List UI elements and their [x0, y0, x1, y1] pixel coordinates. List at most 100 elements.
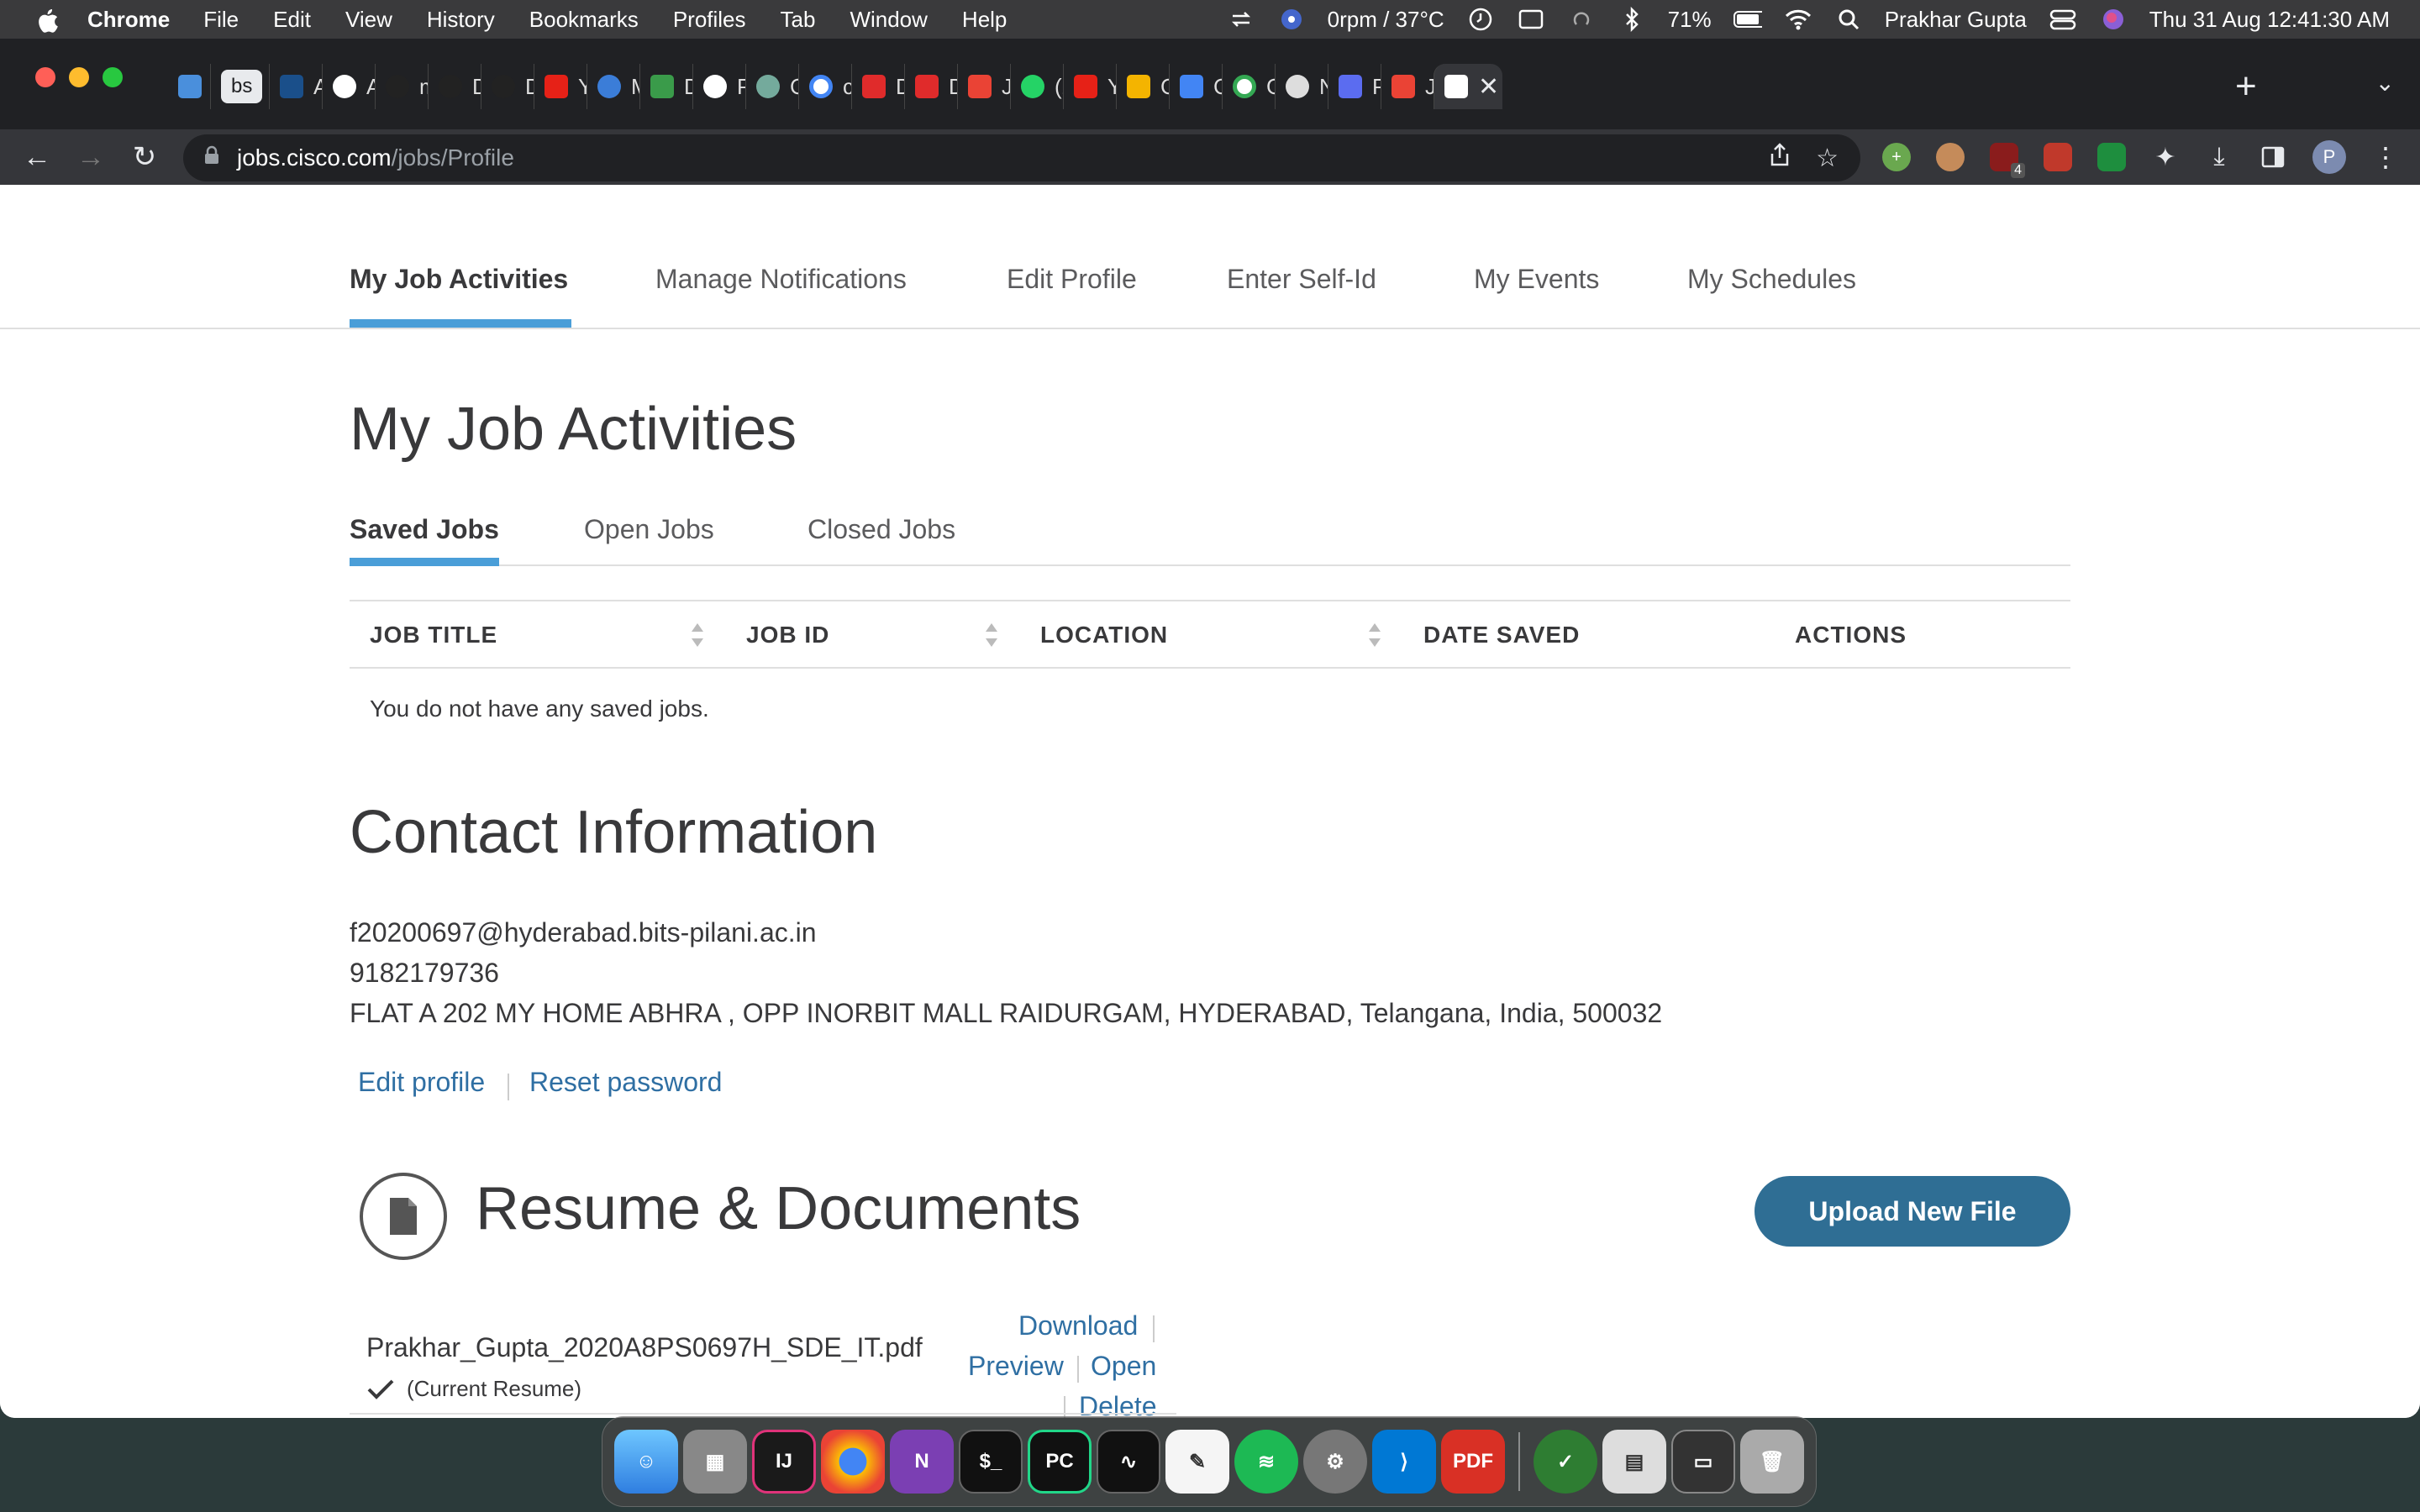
vpn-icon[interactable]: ✓ [1534, 1430, 1597, 1494]
finder-icon[interactable]: ☺ [614, 1430, 678, 1494]
spotlight-search-icon[interactable] [1834, 8, 1863, 31]
more-menu-icon[interactable]: ⋮ [2371, 142, 2400, 172]
lock-icon[interactable] [203, 144, 220, 171]
tab[interactable] [168, 64, 210, 109]
scroll-icon[interactable] [1567, 8, 1596, 31]
tab-saved-jobs[interactable]: Saved Jobs [350, 514, 499, 545]
tab[interactable]: Yo [1063, 64, 1116, 109]
tab[interactable]: M [587, 64, 639, 109]
tab[interactable]: Dj [639, 64, 692, 109]
intellij-icon[interactable]: IJ [752, 1430, 816, 1494]
subnav-enter-self-id[interactable]: Enter Self-Id [1227, 264, 1376, 295]
fan-status-text[interactable]: 0rpm / 37°C [1328, 7, 1444, 33]
upload-new-file-button[interactable]: Upload New File [1754, 1176, 2070, 1247]
side-panel-icon[interactable] [2259, 143, 2287, 171]
menu-help[interactable]: Help [962, 7, 1007, 33]
open-link[interactable]: Open [1091, 1351, 1156, 1382]
extension-pdf-icon[interactable] [2044, 143, 2072, 171]
reset-password-link[interactable]: Reset password [529, 1067, 722, 1098]
close-tab-icon[interactable]: ✕ [1478, 72, 1499, 102]
sort-icon[interactable] [1366, 620, 1383, 650]
sort-icon[interactable] [983, 620, 1000, 650]
pdf-icon[interactable]: PDF [1441, 1430, 1505, 1494]
tab[interactable]: Pr [1328, 64, 1381, 109]
tab[interactable]: N [1275, 64, 1328, 109]
menu-bookmarks[interactable]: Bookmarks [529, 7, 639, 33]
tab[interactable]: cr [798, 64, 851, 109]
download-link[interactable]: Download [1018, 1310, 1138, 1341]
terminal-icon[interactable]: $_ [959, 1430, 1023, 1494]
column-job-id[interactable]: JOB ID [746, 622, 829, 648]
tab[interactable]: D [904, 64, 957, 109]
subnav-my-job-activities[interactable]: My Job Activities [350, 264, 568, 295]
address-bar[interactable]: jobs.cisco.com/jobs/Profile ☆ [183, 134, 1860, 181]
subnav-manage-notifications[interactable]: Manage Notifications [655, 264, 907, 295]
zoom-window-button[interactable] [103, 67, 123, 87]
menu-history[interactable]: History [427, 7, 495, 33]
ublock-icon[interactable]: 4 [1990, 143, 2025, 178]
puzzle-icon[interactable]: ✦ [2151, 143, 2180, 171]
close-window-button[interactable] [35, 67, 55, 87]
column-job-title[interactable]: JOB TITLE [370, 622, 497, 648]
subnav-my-events[interactable]: My Events [1474, 264, 1599, 295]
tab[interactable]: (2 [1010, 64, 1063, 109]
launchpad-icon[interactable]: ▦ [683, 1430, 747, 1494]
system-settings-icon[interactable]: ⚙ [1303, 1430, 1367, 1494]
download-icon[interactable]: ⤓ [2205, 143, 2233, 171]
pycharm-icon[interactable]: PC [1028, 1430, 1092, 1494]
edit-profile-link[interactable]: Edit profile [358, 1067, 485, 1098]
sort-icon[interactable] [689, 620, 706, 650]
reload-button[interactable]: ↻ [118, 140, 171, 174]
battery-percent[interactable]: 71% [1668, 7, 1712, 33]
tab[interactable]: A [269, 64, 322, 109]
extension-owl-icon[interactable] [1936, 143, 1965, 171]
profile-avatar[interactable]: P [2312, 140, 2346, 174]
back-button[interactable]: ← [10, 141, 64, 174]
tab[interactable]: Jo [1381, 64, 1434, 109]
menubar-datetime[interactable]: Thu 31 Aug 12:41:30 AM [2149, 7, 2390, 33]
menu-window[interactable]: Window [850, 7, 927, 33]
trash-icon[interactable]: 🗑 [1740, 1430, 1804, 1494]
control-center-icon[interactable] [2049, 8, 2077, 31]
tab-open-jobs[interactable]: Open Jobs [584, 514, 714, 545]
document-icon[interactable]: ▤ [1602, 1430, 1666, 1494]
forward-button[interactable]: → [64, 141, 118, 174]
menu-tab[interactable]: Tab [781, 7, 816, 33]
sync-icon[interactable] [1227, 8, 1255, 31]
menu-edit[interactable]: Edit [273, 7, 311, 33]
textedit-icon[interactable]: ✎ [1165, 1430, 1229, 1494]
tab[interactable]: A [322, 64, 375, 109]
tab-active[interactable]: ✕ [1434, 64, 1502, 109]
bookmark-star-icon[interactable]: ☆ [1816, 144, 1839, 173]
onenote-icon[interactable]: N [890, 1430, 954, 1494]
screenshot-icon[interactable]: ▭ [1671, 1430, 1735, 1494]
chrome-icon[interactable] [821, 1430, 885, 1494]
activity-monitor-icon[interactable]: ∿ [1097, 1430, 1160, 1494]
tab[interactable]: bs [210, 64, 269, 109]
menu-profiles[interactable]: Profiles [673, 7, 746, 33]
extension-lock-icon[interactable] [2097, 143, 2126, 171]
spotify-icon[interactable]: ≋ [1234, 1430, 1298, 1494]
screen-share-icon[interactable] [1517, 8, 1545, 31]
subnav-edit-profile[interactable]: Edit Profile [1007, 264, 1137, 295]
minimize-window-button[interactable] [69, 67, 89, 87]
tab-closed-jobs[interactable]: Closed Jobs [808, 514, 955, 545]
menu-app-name[interactable]: Chrome [87, 7, 170, 33]
tab[interactable]: Yo [534, 64, 587, 109]
menubar-user-name[interactable]: Prakhar Gupta [1885, 7, 2027, 33]
share-icon[interactable] [1769, 142, 1791, 174]
tab[interactable]: Jo [957, 64, 1010, 109]
tab[interactable]: G [1222, 64, 1275, 109]
tab[interactable]: D [428, 64, 481, 109]
fan-monitor-icon[interactable] [1277, 8, 1306, 31]
subnav-my-schedules[interactable]: My Schedules [1687, 264, 1856, 295]
menu-file[interactable]: File [203, 7, 239, 33]
siri-icon[interactable] [2099, 8, 2128, 31]
tab[interactable]: C [1169, 64, 1222, 109]
tab[interactable]: Pr [692, 64, 745, 109]
vscode-icon[interactable]: ⟩ [1372, 1430, 1436, 1494]
wifi-icon[interactable] [1784, 8, 1812, 31]
tab[interactable]: D [481, 64, 534, 109]
battery-icon[interactable] [1733, 8, 1762, 31]
column-location[interactable]: LOCATION [1040, 622, 1168, 648]
